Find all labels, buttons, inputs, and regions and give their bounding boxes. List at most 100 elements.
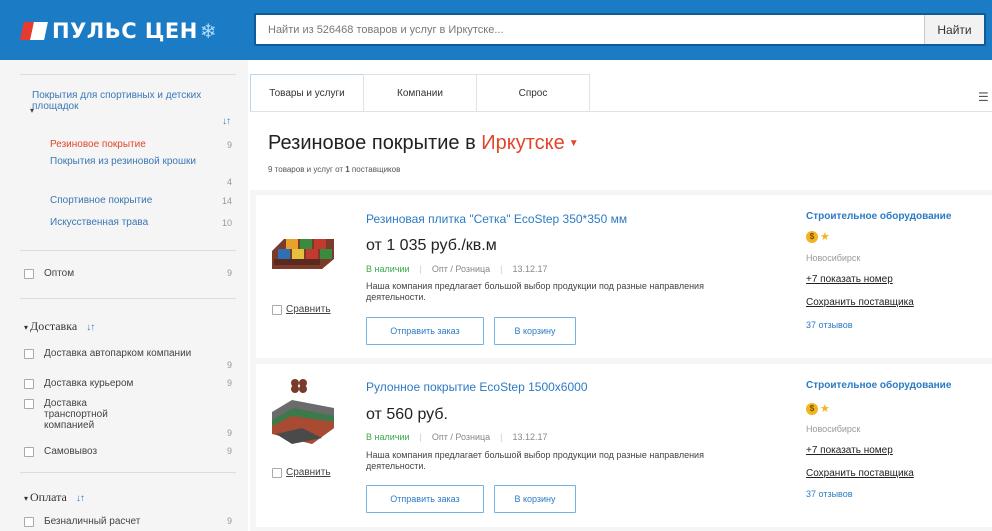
sort-icon[interactable]: ↓↑	[76, 493, 85, 504]
seller-name-link[interactable]: Строительное оборудование	[806, 380, 951, 391]
ecostep-logo-icon	[291, 379, 307, 393]
results-summary: 9 товаров и услуг от 1 поставщиков	[268, 165, 401, 174]
filter-count: 9	[226, 360, 232, 370]
search-button[interactable]: Найти	[924, 15, 984, 44]
save-supplier-link[interactable]: Сохранить поставщика	[806, 297, 914, 308]
sidebar-divider	[20, 298, 236, 299]
compare-label[interactable]: Сравнить	[286, 304, 331, 315]
checkbox[interactable]	[24, 447, 34, 457]
checkbox[interactable]	[272, 305, 282, 315]
compare-label[interactable]: Сравнить	[286, 467, 331, 478]
stock-status: В наличии	[366, 264, 410, 274]
product-image[interactable]	[272, 398, 334, 446]
category-count: 10	[221, 218, 232, 228]
sort-icon[interactable]: ↓↑	[222, 116, 231, 127]
show-phone-link[interactable]: +7 показать номер	[806, 445, 893, 456]
star-icon: ★	[820, 231, 830, 243]
product-meta: В наличии | Опт / Розница | 13.12.17	[366, 264, 548, 274]
logo-text: ПУЛЬС ЦЕН	[52, 19, 198, 43]
filter-label: Доставка транспортной компанией	[44, 398, 108, 431]
filter-delivery-transport[interactable]: Доставка транспортной компанией 9	[24, 398, 234, 438]
show-phone-link[interactable]: +7 показать номер	[806, 274, 893, 285]
filter-label: Безналичный расчет	[44, 516, 141, 527]
site-logo[interactable]: ПУЛЬС ЦЕН ❄	[20, 16, 217, 46]
filter-count: 9	[226, 268, 232, 278]
send-order-button[interactable]: Отправить заказ	[366, 485, 484, 513]
search-input[interactable]	[256, 15, 924, 44]
top-header: ПУЛЬС ЦЕН ❄ Найти	[0, 0, 992, 60]
caret-down-icon[interactable]: ▼	[569, 138, 579, 149]
filter-pickup[interactable]: Самовывоз 9	[24, 446, 234, 460]
sidebar-divider	[20, 250, 236, 251]
filter-label: Доставка автопарком компании	[44, 348, 192, 359]
result-tabs: Товары и услуги Компании Спрос	[250, 74, 590, 112]
filter-count: 9	[226, 428, 232, 438]
star-icon: ★	[820, 403, 830, 415]
sort-icon[interactable]: ↓↑	[86, 322, 95, 333]
stock-status: В наличии	[366, 432, 410, 442]
snowflake-icon: ❄	[199, 20, 217, 43]
category-item-artificial-grass[interactable]: Искусственная трава	[50, 217, 200, 228]
seller-rating: $ ★	[806, 230, 830, 243]
bullet-icon: ▾	[30, 106, 35, 115]
payment-section-title[interactable]: ▾ Оплата ↓↑	[24, 490, 85, 505]
seller-reviews-link[interactable]: 37 отзывов	[806, 489, 853, 499]
tab-companies[interactable]: Компании	[363, 74, 477, 112]
product-title-link[interactable]: Рулонное покрытие EcoStep 1500x6000	[366, 380, 588, 394]
add-to-cart-button[interactable]: В корзину	[494, 317, 576, 345]
seller-rating: $ ★	[806, 402, 830, 415]
coin-icon: $	[806, 230, 818, 243]
category-item-sport-coating[interactable]: Спортивное покрытие	[50, 195, 200, 206]
filter-cashless[interactable]: Безналичный расчет 9	[24, 516, 234, 530]
seller-city: Новосибирск	[806, 253, 861, 263]
checkbox[interactable]	[24, 399, 34, 409]
checkbox[interactable]	[24, 517, 34, 527]
checkbox[interactable]	[24, 379, 34, 389]
filter-wholesale[interactable]: Оптом 9	[24, 268, 234, 282]
tabs-divider	[250, 111, 992, 112]
product-card: Сравнить Резиновая плитка "Сетка" EcoSte…	[256, 195, 992, 358]
product-price: от 560 руб.	[366, 406, 448, 423]
category-count: 9	[226, 140, 232, 150]
filter-label: Оптом	[44, 268, 75, 279]
filter-count: 9	[226, 446, 232, 456]
logo-mark-icon	[20, 20, 48, 42]
product-title-link[interactable]: Резиновая плитка "Сетка" EcoStep 350*350…	[366, 212, 627, 226]
add-to-cart-button[interactable]: В корзину	[494, 485, 576, 513]
category-item-rubber-crumb[interactable]: Покрытия из резиновой крошки	[50, 156, 200, 167]
title-prefix: Резиновое покрытие в	[268, 132, 476, 154]
coin-icon: $	[806, 402, 818, 415]
tab-products[interactable]: Товары и услуги	[250, 74, 364, 112]
city-selector[interactable]: Иркутске	[481, 132, 565, 154]
save-supplier-link[interactable]: Сохранить поставщика	[806, 468, 914, 479]
filter-label: Доставка курьером	[44, 378, 134, 389]
filter-count: 9	[226, 378, 232, 388]
product-description: Наша компания предлагает большой выбор п…	[366, 281, 704, 302]
page-title: Резиновое покрытие в Иркутске ▼	[268, 132, 579, 155]
product-card: Сравнить Рулонное покрытие EcoStep 1500x…	[256, 364, 992, 527]
checkbox[interactable]	[24, 349, 34, 359]
seller-reviews-link[interactable]: 37 отзывов	[806, 320, 853, 330]
category-parent-link[interactable]: Покрытия для спортивных и детских площад…	[32, 90, 222, 112]
checkbox[interactable]	[272, 468, 282, 478]
list-view-icon[interactable]: ☰	[978, 90, 989, 104]
category-count: 14	[221, 196, 232, 206]
product-image[interactable]	[272, 229, 334, 269]
search-bar: Найти	[254, 13, 986, 46]
sidebar-divider	[20, 74, 236, 75]
filter-sidebar: Покрытия для спортивных и детских площад…	[0, 60, 248, 531]
seller-name-link[interactable]: Строительное оборудование	[806, 211, 951, 222]
checkbox[interactable]	[24, 269, 34, 279]
tab-demand[interactable]: Спрос	[476, 74, 590, 112]
filter-delivery-courier[interactable]: Доставка курьером 9	[24, 378, 234, 392]
filter-label: Самовывоз	[44, 446, 98, 457]
category-count: 4	[226, 177, 232, 187]
filter-delivery-fleet[interactable]: Доставка автопарком компании 9	[24, 348, 234, 370]
delivery-section-title[interactable]: ▾ Доставка ↓↑	[24, 319, 95, 334]
send-order-button[interactable]: Отправить заказ	[366, 317, 484, 345]
category-item-rubber-coating[interactable]: Резиновое покрытие	[50, 139, 200, 150]
seller-city: Новосибирск	[806, 424, 861, 434]
filter-count: 9	[226, 516, 232, 526]
product-meta: В наличии | Опт / Розница | 13.12.17	[366, 432, 548, 442]
product-price: от 1 035 руб./кв.м	[366, 237, 497, 254]
